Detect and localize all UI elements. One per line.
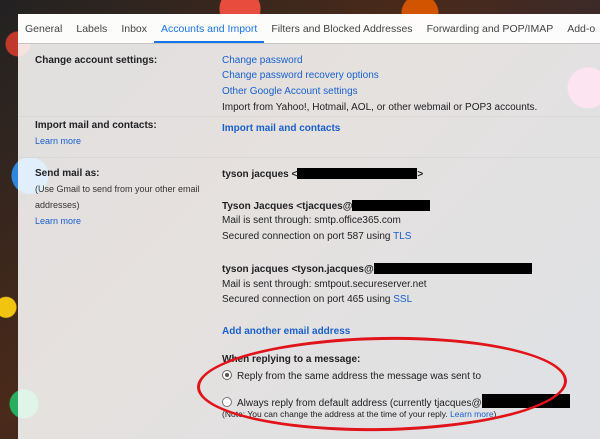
tab-forwarding[interactable]: Forwarding and POP/IMAP (420, 14, 561, 43)
tab-filters[interactable]: Filters and Blocked Addresses (264, 14, 419, 43)
google-account-settings-link[interactable]: Other Google Account settings (222, 86, 358, 97)
import-mail-link[interactable]: Import mail and contacts (222, 123, 340, 134)
account-3-secured-text: Secured connection on port 465 using (222, 294, 394, 305)
redaction (297, 168, 418, 179)
change-recovery-link[interactable]: Change password recovery options (222, 70, 379, 81)
redaction (352, 200, 431, 211)
account-2-through: Mail is sent through: smtp.office365.com (222, 215, 401, 226)
account-3-secured: Secured connection on port 465 using SSL (222, 294, 412, 305)
account-2-name: Tyson Jacques <tjacques@ (222, 201, 353, 212)
settings-tabs: General Labels Inbox Accounts and Import… (18, 14, 600, 44)
redaction (373, 263, 532, 274)
account-1-tail: > (417, 169, 424, 180)
tab-add-ons[interactable]: Add-o (560, 14, 600, 43)
tls-link[interactable]: TLS (393, 231, 411, 242)
account-3: tyson jacques <tyson.jacques@ (222, 263, 532, 275)
tab-accounts-and-import[interactable]: Accounts and Import (154, 14, 265, 43)
account-3-name: tyson jacques <tyson.jacques@ (222, 264, 374, 275)
account-1-name: tyson jacques < (222, 169, 298, 180)
change-password-link[interactable]: Change password (222, 55, 303, 66)
account-1: tyson jacques < > (222, 168, 423, 180)
send-mail-learn-more-link[interactable]: Learn more (35, 213, 205, 229)
tab-labels[interactable]: Labels (69, 14, 114, 43)
tab-inbox[interactable]: Inbox (114, 14, 154, 43)
import-mail-label: Import mail and contacts: (35, 120, 157, 131)
add-email-address-link[interactable]: Add another email address (222, 326, 350, 337)
tab-general[interactable]: General (18, 14, 69, 43)
send-mail-sublabel: (Use Gmail to send from your other email… (35, 184, 200, 210)
account-2-secured: Secured connection on port 587 using TLS (222, 231, 411, 242)
import-note: Import from Yahoo!, Hotmail, AOL, or oth… (222, 102, 538, 113)
account-2-secured-text: Secured connection on port 587 using (222, 231, 394, 242)
account-3-through: Mail is sent through: smtpout.secureserv… (222, 279, 427, 290)
account-2: Tyson Jacques <tjacques@ (222, 200, 431, 212)
import-learn-more-link[interactable]: Learn more (35, 133, 205, 149)
change-account-label: Change account settings: (35, 55, 158, 66)
send-mail-label: Send mail as: (35, 168, 100, 179)
ssl-link[interactable]: SSL (393, 294, 412, 305)
